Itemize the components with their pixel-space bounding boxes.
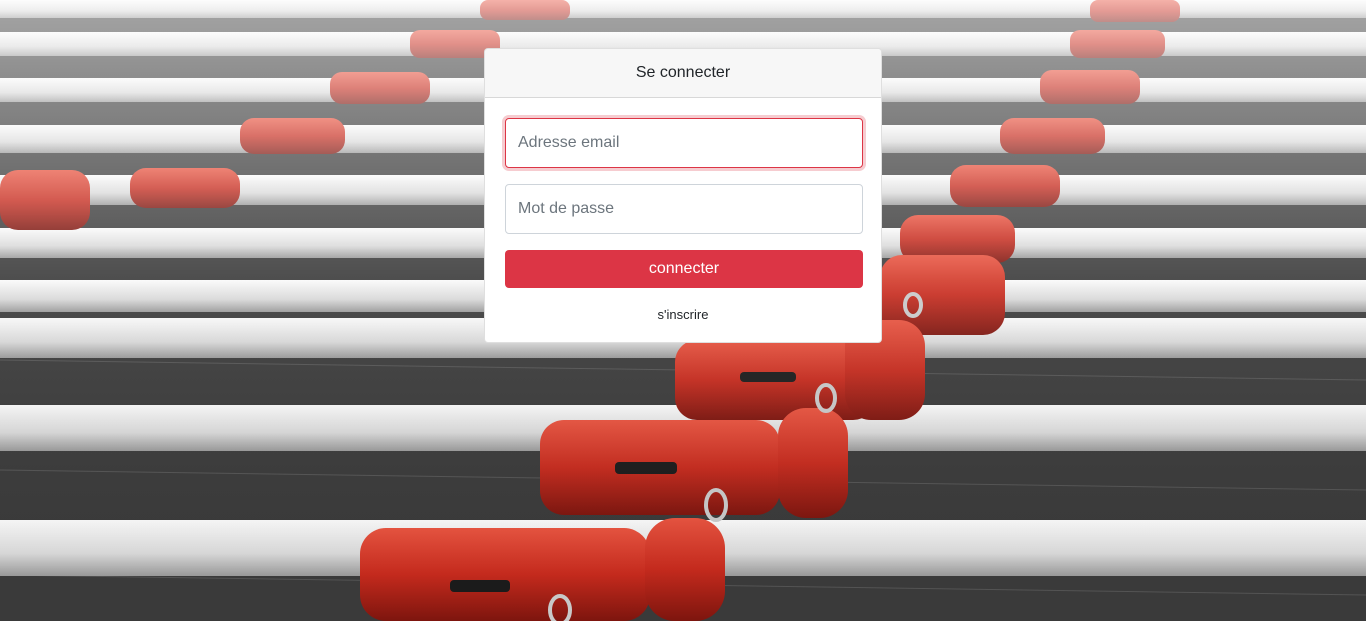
email-field[interactable] (505, 118, 863, 168)
login-form: connecter s'inscrire (485, 98, 881, 322)
connect-button[interactable]: connecter (505, 250, 863, 288)
login-title: Se connecter (635, 64, 731, 81)
password-field[interactable] (505, 184, 863, 234)
login-card: Se connecter connecter s'inscrire (484, 48, 882, 343)
signup-link[interactable]: s'inscrire (505, 307, 861, 322)
login-card-header: Se connecter (485, 49, 881, 98)
